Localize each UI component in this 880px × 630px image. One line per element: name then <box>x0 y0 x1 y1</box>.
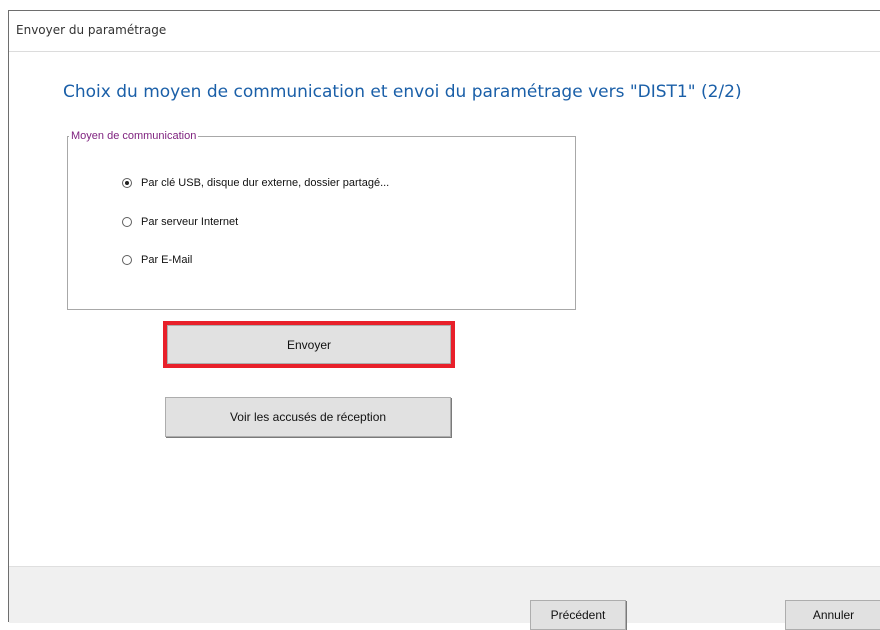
footer-bar: Précédent Annuler <box>9 566 880 630</box>
previous-button[interactable]: Précédent <box>530 600 626 630</box>
window-title: Envoyer du paramétrage <box>16 23 167 37</box>
send-button[interactable]: Envoyer <box>167 325 451 364</box>
cancel-button[interactable]: Annuler <box>785 600 880 630</box>
radio-option-email[interactable]: Par E-Mail <box>122 252 192 268</box>
title-bar: Envoyer du paramétrage <box>9 11 880 52</box>
dialog-window: Envoyer du paramétrage Choix du moyen de… <box>8 10 880 630</box>
communication-groupbox: Moyen de communication Par clé USB, disq… <box>67 130 576 310</box>
radio-label-email: Par E-Mail <box>141 254 193 266</box>
groupbox-legend: Moyen de communication <box>69 130 199 142</box>
radio-button-unchecked-icon[interactable] <box>122 217 132 227</box>
radio-button-unchecked-icon[interactable] <box>122 255 132 265</box>
radio-option-internet-server[interactable]: Par serveur Internet <box>122 214 238 230</box>
view-receipts-button[interactable]: Voir les accusés de réception <box>165 397 451 437</box>
radio-label-usb: Par clé USB, disque dur externe, dossier… <box>141 177 390 189</box>
radio-option-usb[interactable]: Par clé USB, disque dur externe, dossier… <box>122 175 389 191</box>
radio-button-checked-icon[interactable] <box>122 178 132 188</box>
page-heading: Choix du moyen de communication et envoi… <box>63 82 742 102</box>
radio-label-internet-server: Par serveur Internet <box>141 216 239 228</box>
